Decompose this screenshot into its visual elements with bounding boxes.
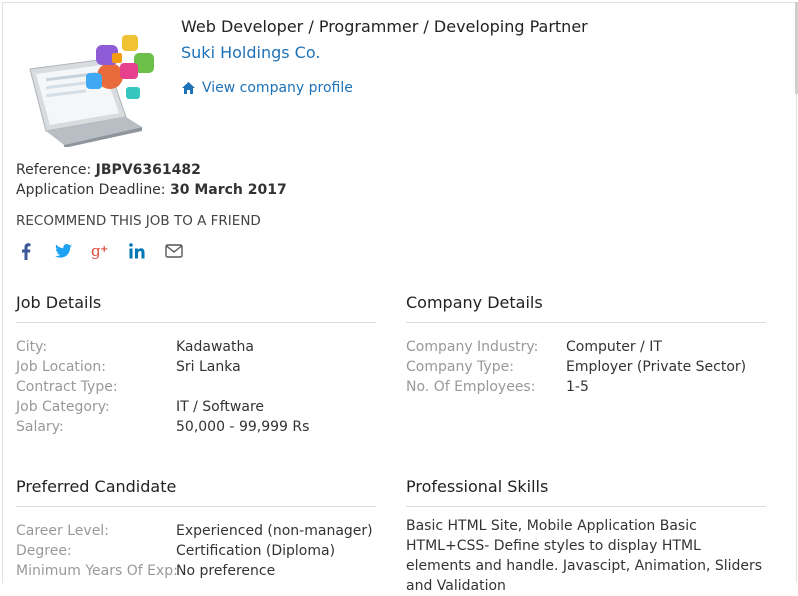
detail-value: Computer / IT	[566, 339, 662, 355]
job-title: Web Developer / Programmer / Developing …	[181, 17, 588, 36]
detail-label: Salary:	[16, 419, 64, 435]
professional-skills-text: Basic HTML Site, Mobile Application Basi…	[406, 518, 763, 594]
divider	[16, 506, 376, 507]
divider	[406, 322, 766, 323]
divider	[406, 506, 766, 507]
twitter-icon[interactable]	[53, 241, 73, 261]
reference-label: Reference:	[16, 162, 92, 178]
company-name-link[interactable]: Suki Holdings Co.	[181, 43, 320, 62]
detail-label: Company Industry:	[406, 339, 539, 355]
detail-label: Job Category:	[16, 399, 110, 415]
detail-value: 50,000 - 99,999 Rs	[176, 419, 310, 435]
professional-skills-title: Professional Skills	[406, 477, 549, 496]
svg-text:+: +	[100, 244, 108, 255]
divider	[16, 322, 376, 323]
view-company-profile-link[interactable]: View company profile	[182, 80, 353, 96]
detail-value: Experienced (non-manager)	[176, 523, 373, 539]
linkedin-icon[interactable]	[127, 241, 147, 261]
detail-label: Job Location:	[16, 359, 106, 375]
detail-value: No preference	[176, 563, 276, 579]
home-icon	[182, 82, 195, 94]
application-deadline: Application Deadline: 30 March 2017	[16, 182, 287, 198]
detail-value: Kadawatha	[176, 339, 254, 355]
company-details-title: Company Details	[406, 293, 543, 312]
preferred-candidate-title: Preferred Candidate	[16, 477, 177, 496]
reference-value: JBPV6361482	[95, 162, 201, 178]
detail-label: No. Of Employees:	[406, 379, 536, 395]
reference: Reference: JBPV6361482	[16, 162, 201, 178]
detail-value: Certification (Diploma)	[176, 543, 336, 559]
detail-label: Company Type:	[406, 359, 514, 375]
detail-value: 1-5	[566, 379, 589, 395]
company-logo	[29, 35, 154, 147]
google-plus-icon[interactable]: g +	[90, 241, 110, 261]
facebook-icon[interactable]	[16, 241, 36, 261]
email-icon[interactable]	[164, 241, 184, 261]
detail-label: Career Level:	[16, 523, 109, 539]
detail-value: IT / Software	[176, 399, 265, 415]
detail-label: Degree:	[16, 543, 72, 559]
view-company-profile-label: View company profile	[202, 80, 353, 96]
recommend-label: RECOMMEND THIS JOB TO A FRIEND	[16, 213, 261, 229]
job-details-title: Job Details	[16, 293, 102, 312]
detail-label: Contract Type:	[16, 379, 118, 395]
detail-label: City:	[16, 339, 48, 355]
deadline-label: Application Deadline:	[16, 182, 166, 198]
deadline-value: 30 March 2017	[169, 182, 287, 198]
detail-value: Sri Lanka	[176, 359, 241, 375]
share-buttons: g +	[16, 241, 184, 261]
detail-value: Employer (Private Sector)	[566, 359, 747, 375]
detail-label: Minimum Years Of Exp:	[16, 563, 178, 579]
